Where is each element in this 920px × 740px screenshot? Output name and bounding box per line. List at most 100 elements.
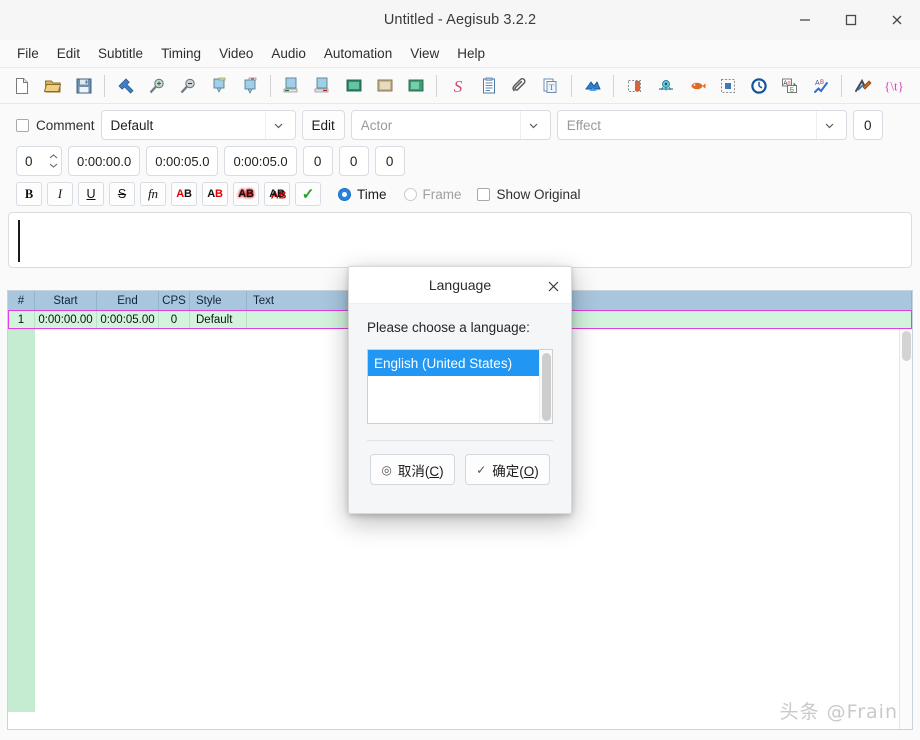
list-scrollbar-thumb[interactable]	[542, 353, 551, 421]
menu-file[interactable]: File	[8, 43, 48, 64]
menu-automation[interactable]: Automation	[315, 43, 401, 64]
styling-assistant-button[interactable]: A B	[805, 71, 836, 101]
list-scrollbar[interactable]	[539, 350, 552, 423]
margin-vertical-field[interactable]: 0	[374, 146, 405, 176]
language-listbox[interactable]: English (United States)	[367, 349, 553, 424]
styling-assistant-icon: A B	[813, 80, 828, 93]
shift-times-button[interactable]	[712, 71, 743, 101]
font-select-button[interactable]: fn	[140, 182, 166, 206]
resample-button[interactable]	[577, 71, 608, 101]
chevron-down-icon[interactable]	[815, 111, 842, 139]
spinner-buttons[interactable]	[46, 147, 61, 175]
open-subtitles-button[interactable]	[37, 71, 68, 101]
grid-header-style[interactable]: Style	[190, 291, 247, 310]
maximize-button[interactable]	[828, 0, 874, 40]
margin-left-field[interactable]: 0	[302, 146, 333, 176]
show-original-wrap[interactable]: Show Original	[476, 187, 581, 202]
time-radio[interactable]	[338, 187, 351, 201]
properties-button[interactable]	[473, 71, 504, 101]
menu-video[interactable]: Video	[210, 43, 262, 64]
show-original-checkbox[interactable]	[476, 187, 490, 201]
ok-button[interactable]: ✓ 确定(O)	[465, 454, 550, 485]
grid-header-start[interactable]: Start	[35, 291, 97, 310]
snap-video-to-start-button[interactable]	[369, 71, 400, 101]
grid-scrollbar-thumb[interactable]	[902, 331, 911, 361]
end-time-field[interactable]: 0:00:05.0	[146, 146, 219, 176]
close-button[interactable]	[874, 0, 920, 40]
chevron-down-icon[interactable]	[264, 111, 291, 139]
shift-to-frame-button[interactable]	[338, 71, 369, 101]
snap-start-to-video-button[interactable]	[276, 71, 307, 101]
commit-button[interactable]: ✓	[295, 182, 321, 206]
edit-row-format: B I U S fn AB AB AB AB ✓ Time Frame Show…	[8, 182, 912, 206]
primary-color-button[interactable]: AB	[171, 182, 197, 206]
select-visible-button[interactable]	[650, 71, 681, 101]
menu-view[interactable]: View	[401, 43, 448, 64]
menu-subtitle[interactable]: Subtitle	[89, 43, 152, 64]
tags-button[interactable]: {\t}	[878, 71, 909, 101]
minimize-button[interactable]	[782, 0, 828, 40]
menu-help[interactable]: Help	[448, 43, 494, 64]
snap-video-to-end-button[interactable]	[400, 71, 431, 101]
cancel-button-label: 取消(C)	[397, 463, 444, 479]
comment-checkbox-wrap[interactable]: Comment	[8, 118, 95, 133]
styles-manager-button[interactable]: S	[442, 71, 473, 101]
zoom-in-button[interactable]	[141, 71, 172, 101]
close-icon	[892, 15, 902, 25]
window-controls	[782, 0, 920, 40]
kanji-timer-button[interactable]	[847, 71, 878, 101]
style-combo[interactable]: Default	[100, 110, 296, 140]
cycle-active-button[interactable]	[619, 71, 650, 101]
snap-end-to-video-button[interactable]	[307, 71, 338, 101]
grid-header-text[interactable]: Text	[247, 291, 912, 310]
list-item[interactable]: English (United States)	[368, 350, 539, 376]
play-video-button[interactable]	[203, 71, 234, 101]
frame-radio[interactable]	[403, 187, 417, 201]
layer-value: 0	[25, 153, 33, 169]
edit-style-button[interactable]: Edit	[301, 110, 345, 140]
grid-header-end[interactable]: End	[97, 291, 159, 310]
attachments-icon	[511, 77, 526, 91]
grid-header-num[interactable]: #	[8, 291, 35, 310]
outline-color-button[interactable]: AB	[233, 182, 259, 206]
comment-checkbox[interactable]	[16, 118, 29, 132]
menu-timing[interactable]: Timing	[152, 43, 210, 64]
bold-button[interactable]: B	[16, 182, 42, 206]
secondary-color-button[interactable]: AB	[202, 182, 228, 206]
dialog-prompt: Please choose a language:	[367, 320, 530, 335]
svg-text:Б: Б	[790, 87, 794, 93]
effect-combo[interactable]: Effect	[556, 110, 847, 140]
underline-button[interactable]: U	[78, 182, 104, 206]
timing-postprocessor-button[interactable]	[743, 71, 774, 101]
strikeout-button[interactable]: S	[109, 182, 135, 206]
subtitle-text-editor[interactable]	[8, 212, 912, 268]
translation-assistant-button[interactable]: Aп Б	[774, 71, 805, 101]
shadow-color-button[interactable]: AB	[264, 182, 290, 206]
attachments-button[interactable]	[504, 71, 535, 101]
start-time-field[interactable]: 0:00:00.0	[68, 146, 141, 176]
italic-button[interactable]: I	[47, 182, 73, 206]
margin-right-field[interactable]: 0	[338, 146, 369, 176]
time-radio-wrap[interactable]: Time	[338, 187, 387, 202]
play-line-button[interactable]	[234, 71, 265, 101]
grid-vertical-scrollbar[interactable]	[899, 329, 912, 729]
select-lines-button[interactable]	[681, 71, 712, 101]
grid-row-number-strip	[8, 329, 35, 712]
save-subtitles-button[interactable]	[68, 71, 99, 101]
zoom-out-button[interactable]	[172, 71, 203, 101]
fonts-collector-button[interactable]: T	[535, 71, 566, 101]
dialog-close-button[interactable]	[541, 274, 565, 298]
title-bar: Untitled - Aegisub 3.2.2	[0, 0, 920, 40]
layer-spinner[interactable]: 0	[16, 146, 62, 176]
duration-field[interactable]: 0:00:05.0	[224, 146, 297, 176]
menu-audio[interactable]: Audio	[262, 43, 315, 64]
chevron-down-icon[interactable]	[519, 111, 546, 139]
actor-combo[interactable]: Actor	[350, 110, 551, 140]
edit-row-times: 0 0:00:00.0 0:00:05.0 0:00:05.0 0 0 0	[8, 146, 912, 176]
new-subtitles-button[interactable]	[6, 71, 37, 101]
menu-edit[interactable]: Edit	[48, 43, 89, 64]
grid-header-cps[interactable]: CPS	[159, 291, 190, 310]
jump-to-button[interactable]	[110, 71, 141, 101]
frame-radio-wrap[interactable]: Frame	[403, 187, 462, 202]
cancel-button[interactable]: ◎ 取消(C)	[370, 454, 455, 485]
